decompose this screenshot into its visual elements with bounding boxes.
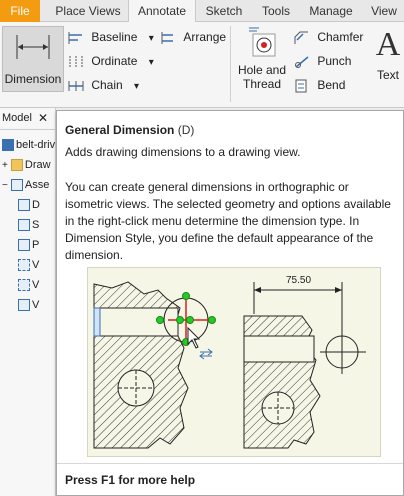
tooltip-divider xyxy=(57,463,403,464)
bend-icon xyxy=(295,79,307,93)
baseline-button[interactable]: Baseline ▾ xyxy=(68,27,154,47)
chain-label: Chain xyxy=(91,78,123,92)
baseline-label: Baseline xyxy=(91,30,138,44)
tree-item-drawing[interactable]: + Draw xyxy=(2,156,51,174)
tooltip-body: You can create general dimensions in ort… xyxy=(65,180,391,262)
expand-icon[interactable]: + xyxy=(2,160,8,171)
tooltip-title: General Dimension xyxy=(65,123,175,137)
dimension-icon xyxy=(16,35,50,59)
dimension-illustration-drawing: 75.50 xyxy=(93,275,366,449)
punch-label: Punch xyxy=(317,54,352,68)
browser-header: Model ✕ xyxy=(0,108,56,130)
punch-button[interactable]: Punch xyxy=(294,51,351,71)
tab-file[interactable]: File xyxy=(0,0,40,22)
tree-item-label: D xyxy=(32,199,40,211)
view-icon xyxy=(18,259,30,272)
tree-item-view[interactable]: D xyxy=(18,196,40,214)
tree-item-label: V xyxy=(32,299,40,311)
right-section-view xyxy=(243,282,366,449)
collapse-icon[interactable]: − xyxy=(2,180,8,191)
ordinate-dropdown-icon[interactable]: ▾ xyxy=(149,57,154,68)
assembly-drawing-icon xyxy=(2,139,14,152)
browser-title: Model xyxy=(2,112,32,124)
cursor-icon xyxy=(187,326,201,349)
tab-annotate[interactable]: Annotate xyxy=(128,0,196,23)
chain-dropdown-icon[interactable]: ▾ xyxy=(134,81,139,92)
tree-item-label: P xyxy=(32,239,40,251)
arrange-button[interactable]: Arrange xyxy=(160,27,226,47)
baseline-icon xyxy=(68,31,82,44)
tooltip-help-hint: Press F1 for more help xyxy=(65,473,196,487)
arrange-icon xyxy=(161,31,173,44)
ribbon-separator xyxy=(230,26,231,102)
hole-label-line-1: Hole and xyxy=(237,63,287,77)
parts-list-icon xyxy=(18,239,30,252)
tab-manage[interactable]: Manage xyxy=(302,0,360,22)
illustration-dimension-value: 75.50 xyxy=(286,275,311,286)
browser-close-icon[interactable]: ✕ xyxy=(38,111,48,125)
tree-item-label: S xyxy=(32,219,40,231)
tree-item-view[interactable]: S xyxy=(18,216,39,234)
model-browser: Model ✕ belt-driv + Draw − Asse D S P V … xyxy=(0,108,56,496)
sheet-icon xyxy=(10,179,23,192)
tree-item-label: V xyxy=(32,279,40,291)
folder-icon xyxy=(10,159,23,172)
text-label: Text xyxy=(376,68,399,82)
tree-item-label: Asse xyxy=(24,179,50,191)
dimension-cursor-icon xyxy=(199,348,213,360)
chamfer-button[interactable]: Chamfer xyxy=(294,27,363,47)
dimension-button[interactable]: Dimension xyxy=(2,26,64,92)
hole-and-thread-button[interactable]: Hole and Thread xyxy=(234,26,290,98)
tooltip-shortcut: (D) xyxy=(177,123,195,137)
tab-sketch[interactable]: Sketch xyxy=(198,0,250,22)
text-icon: A xyxy=(375,26,401,63)
tree-item-label: belt-driv xyxy=(16,139,56,151)
tooltip-title-row: General Dimension (D) xyxy=(65,123,194,137)
view-icon xyxy=(18,219,30,232)
tab-tools[interactable]: Tools xyxy=(252,0,300,22)
tree-item-view[interactable]: P xyxy=(18,236,39,254)
tree-item-view[interactable]: V xyxy=(18,296,39,314)
tree-item-root[interactable]: belt-driv xyxy=(2,136,55,154)
bend-button[interactable]: Bend xyxy=(294,75,345,95)
tooltip-illustration: 75.50 xyxy=(87,267,381,457)
view-icon xyxy=(18,279,30,292)
baseline-dropdown-icon[interactable]: ▾ xyxy=(149,33,154,44)
hole-label-line-2: Thread xyxy=(242,77,282,91)
tree-item-label: V xyxy=(32,259,40,271)
tooltip-subtitle: Adds drawing dimensions to a drawing vie… xyxy=(65,145,301,159)
punch-icon xyxy=(295,56,309,68)
ribbon-tab-bar: File Place Views Annotate Sketch Tools M… xyxy=(0,0,404,23)
tooltip-general-dimension: General Dimension (D) Adds drawing dimen… xyxy=(56,110,404,496)
ribbon-panel: Dimension Baseline ▾ Ordinate ▾ Chain ▾ xyxy=(0,22,404,108)
tree-item-assembly[interactable]: − Asse xyxy=(2,176,49,194)
view-icon xyxy=(18,299,30,312)
chain-icon xyxy=(68,80,84,91)
ordinate-label: Ordinate xyxy=(91,54,138,68)
text-button[interactable]: A Text xyxy=(372,26,404,98)
ordinate-icon xyxy=(69,55,83,68)
chamfer-label: Chamfer xyxy=(317,30,364,44)
hole-thread-icon xyxy=(249,27,276,57)
left-section-view xyxy=(93,281,216,449)
dimension-label: Dimension xyxy=(4,72,62,86)
tab-place-views[interactable]: Place Views xyxy=(50,0,126,22)
view-icon xyxy=(18,199,30,212)
tree-item-label: Draw xyxy=(24,159,51,171)
arrange-label: Arrange xyxy=(183,30,227,44)
tree-item-view[interactable]: V xyxy=(18,276,39,294)
chain-button[interactable]: Chain ▾ xyxy=(68,75,139,95)
ordinate-button[interactable]: Ordinate ▾ xyxy=(68,51,154,71)
bend-label: Bend xyxy=(317,78,346,92)
tab-view[interactable]: View xyxy=(364,0,404,22)
tree-item-view[interactable]: V xyxy=(18,256,39,274)
chamfer-icon xyxy=(294,31,308,44)
